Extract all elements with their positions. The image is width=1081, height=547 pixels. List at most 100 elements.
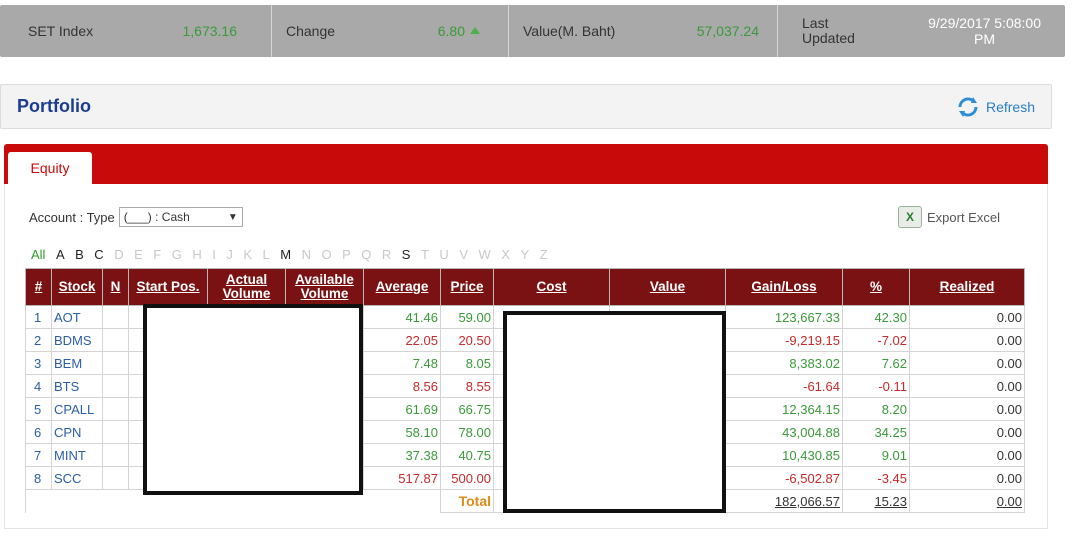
stock-symbol[interactable]: BTS	[51, 374, 103, 398]
letter-filter-u[interactable]: U	[439, 247, 448, 262]
refresh-button[interactable]: Refresh	[956, 95, 1035, 119]
arrow-up-icon	[470, 27, 480, 34]
stock-symbol[interactable]: MINT	[51, 443, 103, 467]
letter-filter-j[interactable]: J	[226, 247, 233, 262]
col-header-available-volume[interactable]: Available Volume	[285, 268, 364, 306]
col-header-actual-volume[interactable]: Actual Volume	[207, 268, 286, 306]
n-cell	[102, 397, 129, 421]
letter-filter-e[interactable]: E	[134, 247, 143, 262]
n-cell	[102, 351, 129, 375]
redaction-box-cost-value	[503, 311, 726, 513]
gain-loss-cell: 10,430.85	[725, 443, 843, 467]
letter-filter-b[interactable]: B	[75, 247, 84, 262]
letter-filter-r[interactable]: R	[382, 247, 391, 262]
letter-filter-q[interactable]: Q	[361, 247, 371, 262]
export-excel-label: Export Excel	[927, 209, 1000, 225]
average-cell: 37.38	[363, 443, 441, 467]
gain-loss-cell: -9,219.15	[725, 328, 843, 352]
price-cell: 40.75	[440, 443, 494, 467]
stock-symbol[interactable]: CPALL	[51, 397, 103, 421]
letter-filter-all[interactable]: All	[31, 247, 45, 262]
average-cell: 7.48	[363, 351, 441, 375]
realized-cell: 0.00	[909, 328, 1025, 352]
col-header-price[interactable]: Price	[440, 268, 494, 306]
col-header-realized[interactable]: Realized	[909, 268, 1025, 306]
percent-cell: -7.02	[842, 328, 910, 352]
col-header-n[interactable]: N	[102, 268, 129, 306]
average-cell: 41.46	[363, 305, 441, 329]
col-header-value[interactable]: Value	[609, 268, 726, 306]
price-cell: 59.00	[440, 305, 494, 329]
letter-filter-g[interactable]: G	[172, 247, 182, 262]
n-cell	[102, 466, 129, 490]
letter-filter-i[interactable]: I	[212, 247, 216, 262]
page-title: Portfolio	[17, 96, 91, 116]
letter-filter-z[interactable]: Z	[540, 247, 548, 262]
realized-cell: 0.00	[909, 420, 1025, 444]
last-updated-label: Last Updated	[778, 16, 855, 46]
col-header-average[interactable]: Average	[363, 268, 441, 306]
realized-cell: 0.00	[909, 374, 1025, 398]
average-cell: 22.05	[363, 328, 441, 352]
row-index: 6	[25, 420, 52, 444]
refresh-label: Refresh	[985, 98, 1035, 115]
realized-cell: 0.00	[909, 466, 1025, 490]
stock-symbol[interactable]: SCC	[51, 466, 103, 490]
gain-loss-cell: 8,383.02	[725, 351, 843, 375]
col-header-start-pos[interactable]: Start Pos.	[128, 268, 208, 306]
price-cell: 8.05	[440, 351, 494, 375]
col-header-index[interactable]: #	[25, 268, 52, 306]
row-index: 4	[25, 374, 52, 398]
letter-filter-d[interactable]: D	[114, 247, 123, 262]
stock-symbol[interactable]: BEM	[51, 351, 103, 375]
row-index: 1	[25, 305, 52, 329]
letter-filter-k[interactable]: K	[243, 247, 252, 262]
col-header-percent[interactable]: %	[842, 268, 910, 306]
letter-filter-c[interactable]: C	[94, 247, 103, 262]
gain-loss-cell: 123,667.33	[725, 305, 843, 329]
letter-filter-y[interactable]: Y	[520, 247, 529, 262]
account-selected-value: (___) : Cash	[123, 210, 190, 224]
letter-filter-f[interactable]: F	[153, 247, 161, 262]
tab-strip: Equity	[4, 144, 1048, 184]
col-header-stock[interactable]: Stock	[51, 268, 103, 306]
account-select[interactable]: (___) : Cash ▼	[118, 207, 243, 227]
tab-equity[interactable]: Equity	[8, 152, 92, 184]
n-cell	[102, 443, 129, 467]
letter-filter-t[interactable]: T	[421, 247, 429, 262]
export-excel-button[interactable]: X Export Excel	[898, 206, 1000, 228]
letter-filter-w[interactable]: W	[478, 247, 490, 262]
stock-symbol[interactable]: AOT	[51, 305, 103, 329]
letter-filter-a[interactable]: A	[56, 247, 65, 262]
percent-cell: -3.45	[842, 466, 910, 490]
total-realized: 0.00	[909, 489, 1025, 513]
letter-filter-v[interactable]: V	[459, 247, 468, 262]
stock-symbol[interactable]: CPN	[51, 420, 103, 444]
actual-volume-line1: Actual	[225, 272, 268, 287]
total-percent-value: 15.23	[874, 493, 907, 509]
last-updated-time: PM	[974, 31, 996, 47]
percent-cell: 8.20	[842, 397, 910, 421]
letter-filter-l[interactable]: L	[263, 247, 270, 262]
change-cell: Change 6.80	[272, 5, 509, 57]
available-volume-line2: Volume	[300, 286, 349, 301]
stock-symbol[interactable]: BDMS	[51, 328, 103, 352]
price-cell: 8.55	[440, 374, 494, 398]
percent-cell: 7.62	[842, 351, 910, 375]
letter-filter-x[interactable]: X	[501, 247, 510, 262]
percent-cell: 34.25	[842, 420, 910, 444]
col-header-cost[interactable]: Cost	[493, 268, 610, 306]
available-volume-line1: Available	[295, 272, 354, 287]
letter-filter-s[interactable]: S	[402, 247, 411, 262]
letter-filter-p[interactable]: P	[342, 247, 351, 262]
percent-cell: -0.11	[842, 374, 910, 398]
redaction-box-volumes	[143, 304, 363, 495]
price-cell: 78.00	[440, 420, 494, 444]
letter-filter-n[interactable]: N	[302, 247, 311, 262]
market-summary-bar: SET Index 1,673.16 Change 6.80 Value(M. …	[0, 5, 1065, 57]
letter-filter-m[interactable]: M	[280, 247, 291, 262]
row-index: 2	[25, 328, 52, 352]
col-header-gain-loss[interactable]: Gain/Loss	[725, 268, 843, 306]
letter-filter-o[interactable]: O	[321, 247, 331, 262]
letter-filter-h[interactable]: H	[192, 247, 201, 262]
